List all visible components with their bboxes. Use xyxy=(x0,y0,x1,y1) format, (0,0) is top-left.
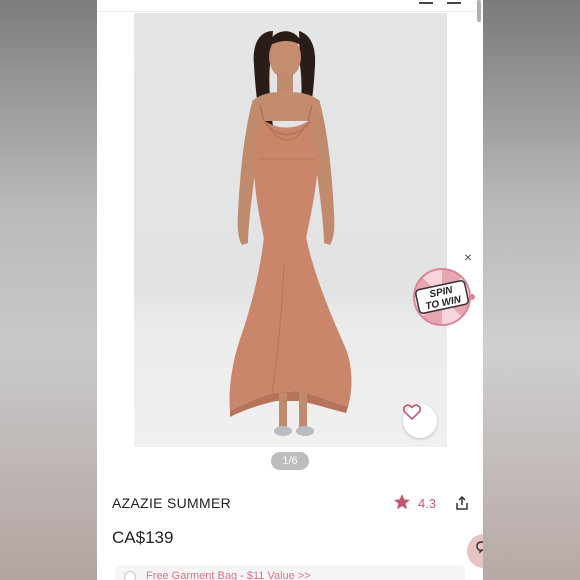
wishlist-button[interactable] xyxy=(403,404,437,438)
cart-icon[interactable] xyxy=(419,0,433,4)
image-counter: 1/6 xyxy=(271,452,309,470)
promo-text: Free Garment Bag - $11 Value >> xyxy=(146,570,311,580)
share-icon[interactable] xyxy=(455,496,469,510)
menu-icon[interactable] xyxy=(447,0,461,4)
product-page: 1/6 × SPIN TO WIN AZAZIE SUMMER 4.3 CA$1… xyxy=(97,0,483,580)
chat-button[interactable] xyxy=(467,534,483,568)
scrollbar[interactable] xyxy=(477,0,481,22)
prize-wheel-icon: SPIN TO WIN xyxy=(413,268,475,326)
star-icon xyxy=(394,494,410,510)
chat-icon xyxy=(476,541,483,554)
product-image[interactable] xyxy=(134,13,447,447)
gift-icon xyxy=(124,571,136,580)
model-in-dress-illustration xyxy=(229,31,352,436)
promo-banner[interactable]: Free Garment Bag - $11 Value >> xyxy=(115,565,465,580)
product-name: AZAZIE SUMMER xyxy=(112,495,232,511)
close-icon[interactable]: × xyxy=(461,250,475,264)
rating-value[interactable]: 4.3 xyxy=(418,496,436,511)
top-bar xyxy=(97,0,483,12)
blurred-background-left xyxy=(0,0,97,580)
blurred-background-right xyxy=(483,0,580,580)
heart-icon xyxy=(403,404,421,420)
spin-to-win-button[interactable]: SPIN TO WIN xyxy=(413,266,475,328)
product-price: CA$139 xyxy=(112,528,174,547)
